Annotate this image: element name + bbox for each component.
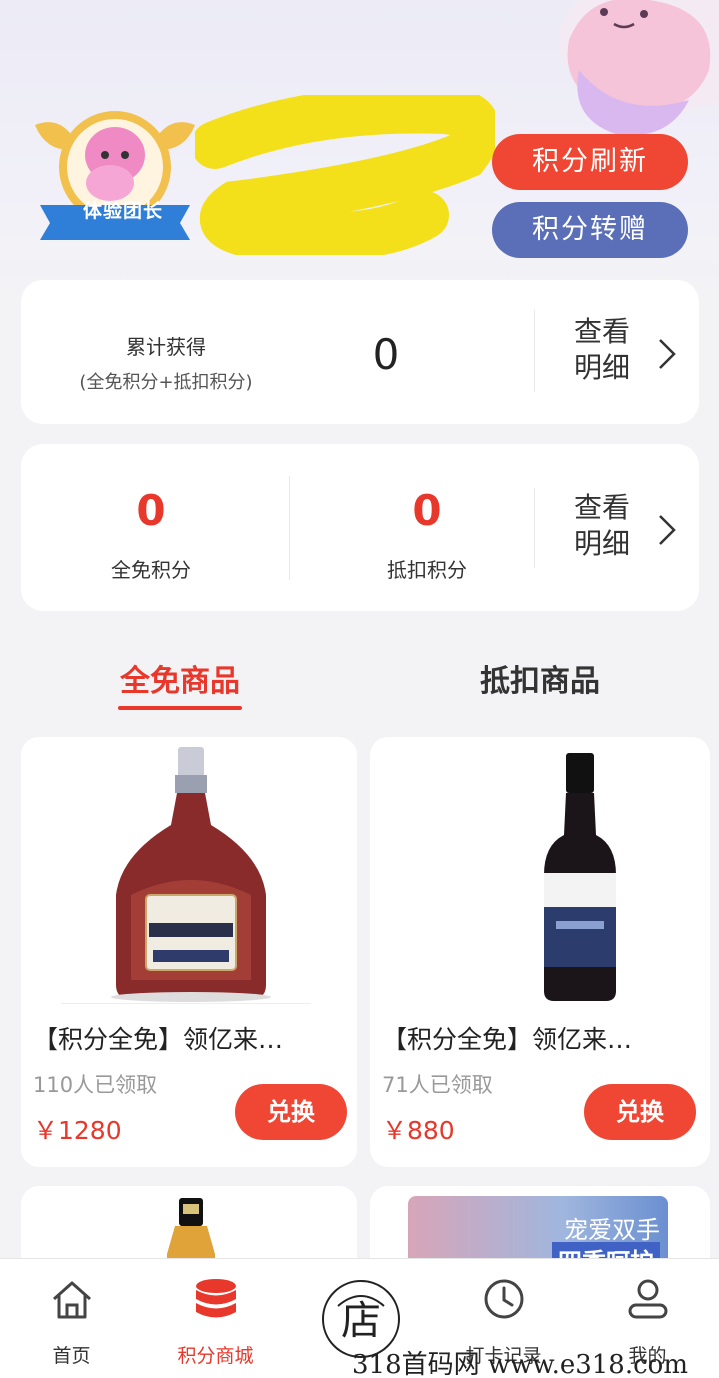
free-points-value: 0 [136,486,166,535]
points-transfer-button[interactable]: 积分转赠 [492,202,688,258]
badge-label: 体验团长 [82,200,163,222]
svg-text:店: 店 [341,1298,381,1344]
nav-label: 首页 [52,1345,91,1367]
user-icon [628,1279,668,1319]
divider [534,488,535,568]
redeem-button[interactable]: 兑换 [235,1084,347,1140]
database-icon [196,1279,236,1318]
nav-points-mall[interactable]: 积分商城 [144,1259,287,1378]
redacted-username-scribble [195,95,495,255]
active-tab-indicator [118,706,242,710]
total-points-card: 累计获得 (全免积分+抵扣积分) 0 查看明细 [21,280,699,424]
deduct-points-label: 抵扣积分 [387,558,467,582]
redeem-button[interactable]: 兑换 [584,1084,696,1140]
product-claimed-count: 71人已领取 [382,1073,493,1097]
product-card[interactable]: 【积分全免】领亿来… 71人已领取 ￥880 兑换 [370,737,710,1167]
total-value: 0 [372,330,400,379]
divider [61,1003,311,1004]
nav-home[interactable]: 首页 [0,1259,143,1378]
points-view-detail-link[interactable]: 查看明细 [554,490,684,570]
divider [534,310,535,392]
product-title: 【积分全免】领亿来… [382,1025,633,1054]
red-wine-bottle-image [544,753,616,1001]
brandy-bottle-image [111,747,271,1002]
site-watermark: 318首码网 www.e318.com [352,1350,688,1378]
chevron-right-icon [659,339,676,369]
chevron-right-icon [659,515,676,545]
total-sublabel: (全免积分+抵扣积分) [79,372,253,393]
clock-icon [484,1279,524,1319]
promo-line1: 宠爱双手 [564,1216,660,1244]
total-label: 累计获得 [126,335,206,359]
product-title: 【积分全免】领亿来… [33,1025,284,1054]
product-price: ￥880 [382,1116,455,1145]
product-price: ￥1280 [33,1116,122,1145]
total-view-detail-link[interactable]: 查看明细 [554,314,684,394]
view-detail-label: 查看明细 [574,491,631,560]
product-claimed-count: 110人已领取 [33,1073,158,1097]
tab-free-products[interactable]: 全免商品 [100,656,260,700]
home-icon [53,1281,91,1319]
points-refresh-button[interactable]: 积分刷新 [492,134,688,190]
points-breakdown-card: 0 全免积分 0 抵扣积分 查看明细 [21,444,699,611]
free-points-label: 全免积分 [111,558,191,582]
deduct-points-value: 0 [412,486,442,535]
divider [289,476,290,580]
view-detail-label: 查看明细 [574,315,631,384]
team-leader-badge-icon [35,111,195,240]
product-card[interactable]: 【积分全免】领亿来… 110人已领取 ￥1280 兑换 [21,737,357,1167]
tab-deduct-products[interactable]: 抵扣商品 [460,656,620,700]
nav-label: 积分商城 [177,1345,254,1367]
